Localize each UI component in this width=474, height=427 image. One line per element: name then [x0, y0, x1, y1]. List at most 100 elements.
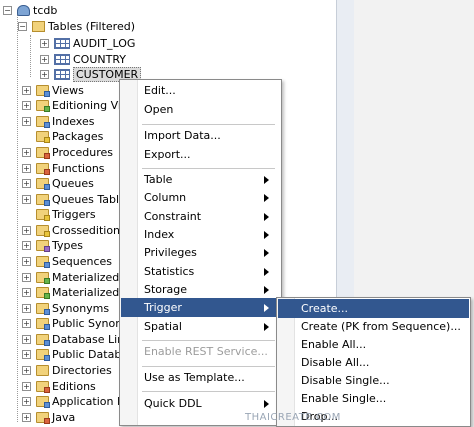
submenu-item-enable-single[interactable]: Enable Single... [278, 389, 469, 408]
menu-item-import-data[interactable]: Import Data... [121, 126, 280, 145]
tree-node-label: Sequences [52, 254, 112, 268]
java-icon [36, 411, 50, 424]
expand-icon[interactable]: + [22, 349, 31, 359]
menu-item-quick-ddl[interactable]: Quick DDL [121, 394, 280, 413]
tree-node-materialized-view-logs[interactable]: + Materialized Vi [22, 284, 133, 300]
menu-item-export[interactable]: Export... [121, 145, 280, 164]
tree-node-materialized-views[interactable]: + Materialized Vi [22, 269, 133, 285]
expand-icon[interactable]: + [22, 412, 31, 422]
menu-item-column[interactable]: Column [121, 188, 280, 207]
menu-item-index[interactable]: Index [121, 225, 280, 244]
tree-node-editions[interactable]: + Editions [22, 378, 96, 394]
expand-icon[interactable]: + [22, 396, 31, 406]
tree-node-tables-filtered[interactable]: − Tables (Filtered) [18, 18, 135, 34]
menu-item-trigger[interactable]: Trigger [121, 298, 280, 317]
tree-node-java[interactable]: + Java [22, 409, 75, 425]
tree-node-public-database-links[interactable]: + Public Databas [22, 346, 134, 362]
menu-item-table[interactable]: Table [121, 170, 280, 189]
tree-node-queues-tables[interactable]: + Queues Tables [22, 191, 132, 207]
tree-node-db[interactable]: − tcdb [3, 2, 57, 18]
expand-icon[interactable]: + [40, 54, 49, 64]
tree-node-application-express[interactable]: + Application Ex [22, 393, 130, 409]
tree-node-indexes[interactable]: + Indexes [22, 113, 94, 129]
menu-item-enable-rest-service: Enable REST Service... [144, 345, 268, 358]
crossedition-triggers-icon [36, 224, 50, 237]
queues-icon [36, 177, 50, 190]
expand-icon[interactable]: + [22, 365, 31, 375]
tree-node-label: Editions [52, 379, 96, 393]
expand-icon[interactable]: + [22, 225, 31, 235]
directories-icon [36, 364, 49, 376]
tree-node-table[interactable]: + COUNTRY [40, 51, 126, 67]
submenu-arrow-icon [264, 286, 269, 294]
tree-guide-line [17, 12, 18, 422]
submenu-item-create[interactable]: Create... [278, 299, 469, 318]
expand-icon[interactable]: + [22, 100, 31, 110]
tree-node-synonyms[interactable]: + Synonyms [22, 300, 109, 316]
tree-node-label: Functions [52, 161, 105, 175]
submenu-item-create-pk-from-sequence[interactable]: Create (PK from Sequence)... [278, 317, 469, 336]
expand-icon[interactable]: + [22, 178, 31, 188]
tree-node-directories[interactable]: + Directories [22, 362, 112, 378]
menu-item-edit[interactable]: Edit... [121, 81, 280, 100]
menu-item-use-as-template[interactable]: Use as Template... [121, 368, 280, 387]
tree-node-triggers[interactable]: Triggers [22, 206, 96, 222]
expand-icon[interactable]: + [22, 287, 31, 297]
expand-icon[interactable]: + [40, 38, 49, 48]
expand-icon[interactable]: + [22, 116, 31, 126]
expand-icon[interactable]: + [22, 194, 31, 204]
expand-icon[interactable]: + [22, 318, 31, 328]
tree-node-public-synonyms[interactable]: + Public Synonyr [22, 315, 133, 331]
expand-icon[interactable]: + [40, 69, 49, 79]
procedures-icon [36, 146, 50, 159]
submenu-arrow-icon [264, 268, 269, 276]
tree-node-packages[interactable]: Packages [22, 128, 103, 144]
tree-node-label: tcdb [33, 3, 58, 17]
submenu-item-enable-all[interactable]: Enable All... [278, 335, 469, 354]
menu-item-open[interactable]: Open [121, 100, 280, 119]
expand-icon[interactable]: + [22, 334, 31, 344]
menu-item-storage[interactable]: Storage [121, 280, 280, 299]
functions-icon [36, 162, 50, 175]
expand-icon[interactable]: + [22, 381, 31, 391]
expand-icon[interactable]: + [22, 303, 31, 313]
queues-tables-icon [36, 193, 50, 206]
submenu-item-disable-all[interactable]: Disable All... [278, 353, 469, 372]
tree-node-label: Types [52, 238, 83, 252]
expand-icon[interactable]: + [22, 147, 31, 157]
menu-item-statistics[interactable]: Statistics [121, 262, 280, 281]
menu-separator [142, 124, 275, 125]
tree-node-label: Queues [52, 176, 94, 190]
synonyms-icon [36, 302, 50, 315]
menu-item-constraint[interactable]: Constraint [121, 207, 280, 226]
tree-node-label: Procedures [52, 145, 113, 159]
tree-node-label: Directories [52, 363, 112, 377]
tree-node-procedures[interactable]: + Procedures [22, 144, 113, 160]
materialized-view-icon [36, 271, 50, 284]
submenu-arrow-icon [264, 231, 269, 239]
tree-node-types[interactable]: + Types [22, 237, 83, 253]
tree-node-queues[interactable]: + Queues [22, 175, 94, 191]
tree-node-views[interactable]: + Views [22, 82, 84, 98]
submenu-item-disable-single[interactable]: Disable Single... [278, 371, 469, 390]
collapse-icon[interactable]: − [3, 5, 12, 15]
triggers-icon [36, 208, 50, 221]
tree-node-database-links[interactable]: + Database Link [22, 331, 131, 347]
tree-node-label: Indexes [52, 114, 95, 128]
menu-item-privileges[interactable]: Privileges [121, 243, 280, 262]
expand-icon[interactable]: + [22, 163, 31, 173]
tables-folder-icon [32, 20, 45, 32]
collapse-icon[interactable]: − [18, 21, 27, 31]
menu-separator [142, 168, 275, 169]
tree-node-label: Synonyms [52, 301, 110, 315]
public-database-link-icon [36, 348, 50, 361]
expand-icon[interactable]: + [22, 272, 31, 282]
tree-node-crossedition-triggers[interactable]: + Crossedition T [22, 222, 130, 238]
tree-node-functions[interactable]: + Functions [22, 160, 105, 176]
tree-node-table[interactable]: + AUDIT_LOG [40, 35, 135, 51]
expand-icon[interactable]: + [22, 85, 31, 95]
expand-icon[interactable]: + [22, 256, 31, 266]
tree-node-sequences[interactable]: + Sequences [22, 253, 112, 269]
menu-item-spatial[interactable]: Spatial [121, 317, 280, 336]
expand-icon[interactable]: + [22, 240, 31, 250]
